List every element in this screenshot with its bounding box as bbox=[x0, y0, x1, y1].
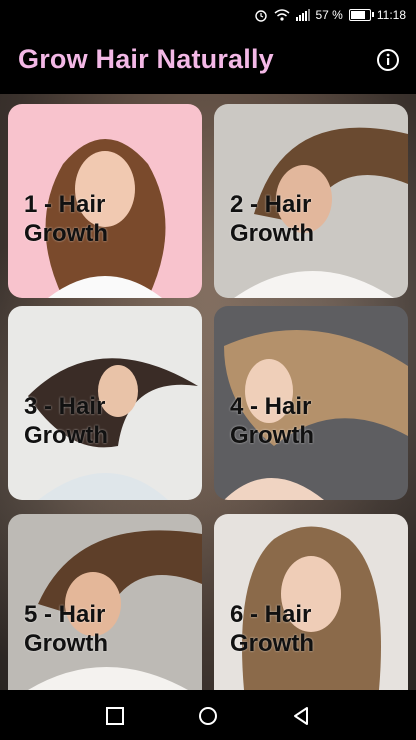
app-bar: Grow Hair Naturally bbox=[0, 30, 416, 94]
card-label-3: 3 - Hair Growth bbox=[24, 393, 108, 449]
hair-growth-card-3[interactable]: 3 - Hair Growth bbox=[8, 306, 202, 500]
app-title: Grow Hair Naturally bbox=[18, 44, 274, 74]
status-bar: 57 % 11:18 bbox=[0, 0, 416, 30]
info-icon[interactable] bbox=[376, 48, 400, 72]
wifi-icon bbox=[274, 9, 289, 21]
card-label-5: 5 - Hair Growth bbox=[24, 601, 108, 657]
card-label-1: 1 - Hair Growth bbox=[24, 191, 108, 247]
battery-level bbox=[350, 11, 365, 19]
battery-icon bbox=[348, 9, 374, 21]
hair-growth-card-6[interactable]: 6 - Hair Growth bbox=[214, 514, 408, 690]
signal-percent: 57 % bbox=[315, 8, 343, 22]
card-label-6: 6 - Hair Growth bbox=[230, 601, 314, 657]
hair-growth-card-5[interactable]: 5 - Hair Growth bbox=[8, 514, 202, 690]
system-nav-bar bbox=[0, 690, 416, 740]
clock: 11:18 bbox=[376, 8, 406, 22]
card-label-4: 4 - Hair Growth bbox=[230, 393, 314, 449]
triangle-back-icon[interactable] bbox=[290, 705, 312, 727]
card-label-2: 2 - Hair Growth bbox=[230, 191, 314, 247]
status-icons: 57 % 11:18 bbox=[254, 7, 406, 23]
hair-growth-card-2[interactable]: 2 - Hair Growth bbox=[214, 104, 408, 298]
alarm-icon bbox=[254, 10, 267, 22]
hair-growth-card-4[interactable]: 4 - Hair Growth bbox=[214, 306, 408, 500]
cell-signal-icon bbox=[295, 9, 310, 21]
square-icon[interactable] bbox=[104, 705, 126, 727]
hair-growth-card-1[interactable]: 1 - Hair Growth bbox=[8, 104, 202, 298]
circle-icon[interactable] bbox=[197, 705, 219, 727]
